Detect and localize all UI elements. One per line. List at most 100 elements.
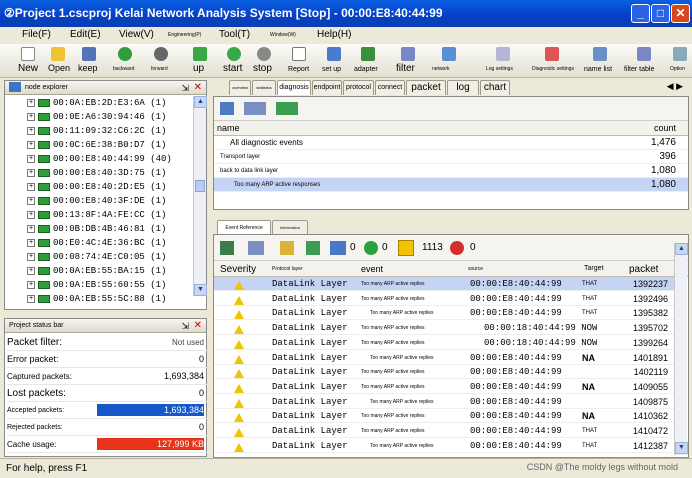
tree-node[interactable]: +00:00:E8:40:44:99 (40) <box>27 152 172 166</box>
menu-window[interactable]: Window(W) <box>270 32 296 38</box>
tab-scroll-icon[interactable]: ◀ ▶ <box>667 81 683 92</box>
diagnostic-settings-button[interactable]: Diagnostic settings <box>530 44 574 78</box>
menu-file[interactable]: File(F) <box>22 29 51 40</box>
target-header[interactable]: Target <box>584 265 603 272</box>
expand-icon[interactable]: + <box>27 238 35 247</box>
network-button[interactable]: network <box>428 44 470 78</box>
options-button[interactable]: Option <box>669 44 691 78</box>
expand-icon[interactable]: + <box>27 154 35 163</box>
tree-node[interactable]: +00:0A:EB:55:5C:88 (1) <box>27 292 166 306</box>
event-row[interactable]: DataLink Layer Too many ARP active replie… <box>214 395 674 409</box>
expand-icon[interactable]: + <box>27 266 35 275</box>
tree-node[interactable]: +00:13:8F:4A:FE:CC (1) <box>27 208 166 222</box>
info-filter-icon[interactable] <box>330 241 346 255</box>
ok-filter-icon[interactable] <box>364 241 378 255</box>
tree-node[interactable]: +00:0E:A6:30:94:46 (1) <box>27 110 166 124</box>
tab-log[interactable]: log <box>447 80 479 95</box>
keep-button[interactable]: keep <box>75 44 103 78</box>
warning-filter-icon[interactable] <box>398 240 414 256</box>
adapter-button[interactable]: adapter <box>352 44 384 78</box>
tree-node[interactable]: +00:0A:EB:2D:E3:6A (1) <box>27 96 166 110</box>
tree-scrollbar[interactable]: ▲ ▼ <box>193 96 207 296</box>
stop-button[interactable]: stop <box>251 44 277 78</box>
count-column-header[interactable]: count <box>654 123 676 133</box>
filter-button[interactable]: filter <box>394 44 422 78</box>
tree-node[interactable]: +00:0A:EB:55:BA:15 (1) <box>27 264 166 278</box>
scroll-thumb[interactable] <box>195 180 205 192</box>
tree-node[interactable]: +00:00:E8:40:2D:E5 (1) <box>27 180 166 194</box>
event-row[interactable]: DataLink Layer Too many ARP active replie… <box>214 409 674 424</box>
event-row[interactable]: DataLink Layer Too many ARP active replie… <box>214 439 674 453</box>
tree-node[interactable]: +00:0A:EB:55:60:55 (1) <box>27 278 166 292</box>
scroll-up-arrow-icon[interactable]: ▲ <box>194 96 207 108</box>
minimize-button[interactable]: _ <box>631 4 650 23</box>
scroll-up-arrow-icon[interactable]: ▲ <box>675 243 688 255</box>
event-row[interactable]: DataLink Layer Too many ARP active replie… <box>214 292 674 306</box>
expand-icon[interactable]: + <box>27 280 35 289</box>
tree-node[interactable]: +00:00:E8:40:3D:75 (1) <box>27 166 166 180</box>
tab-event-reference[interactable]: Event Reference <box>217 220 271 234</box>
menu-help[interactable]: Help(H) <box>317 29 351 40</box>
expand-icon[interactable]: + <box>27 98 35 107</box>
event-scrollbar[interactable]: ▲ ▼ <box>674 243 688 455</box>
expand-icon[interactable]: + <box>27 252 35 261</box>
setup-button[interactable]: set up <box>321 44 347 78</box>
report-button[interactable]: Report <box>287 44 311 78</box>
expand-icon[interactable]: + <box>27 126 35 135</box>
close-panel-icon[interactable]: ✕ <box>194 319 202 333</box>
tab-chart[interactable]: chart <box>480 80 510 95</box>
event-row[interactable]: DataLink Layer Too many ARP active replie… <box>214 321 674 336</box>
tab-information[interactable]: Information <box>272 220 308 234</box>
diagnosis-filter-icon[interactable] <box>244 102 266 115</box>
close-panel-icon[interactable]: ✕ <box>194 81 202 95</box>
menu-edit[interactable]: Edit(E) <box>70 29 101 40</box>
tree-node[interactable]: +00:11:09:32:C6:2C (1) <box>27 124 166 138</box>
tab-overview[interactable]: overview <box>229 80 251 95</box>
new-button[interactable]: New <box>14 44 42 78</box>
event-row[interactable]: DataLink Layer Too many ARP active replie… <box>214 424 674 438</box>
expand-icon[interactable]: + <box>27 294 35 303</box>
event-row[interactable]: DataLink Layer Too many ARP active replie… <box>214 365 674 380</box>
diagnosis-row[interactable]: back to data link layer 1,080 <box>214 164 688 178</box>
event-lock-icon[interactable] <box>280 241 294 255</box>
diagnosis-row[interactable]: Transport layer 396 <box>214 150 688 164</box>
expand-icon[interactable]: + <box>27 196 35 205</box>
name-column-header[interactable]: name <box>217 123 240 133</box>
expand-icon[interactable]: + <box>27 140 35 149</box>
filter-table-button[interactable]: filter table <box>622 44 666 78</box>
tree-node[interactable]: +00:08:74:4E:C0:05 (1) <box>27 250 166 264</box>
scroll-down-arrow-icon[interactable]: ▼ <box>675 442 688 454</box>
tab-connect[interactable]: connect <box>375 80 405 95</box>
tree-node[interactable]: +00:0B:DB:4B:46:81 (1) <box>27 222 166 236</box>
tree-node[interactable]: +00:0C:6E:38:B0:D7 (1) <box>27 138 166 152</box>
start-button[interactable]: start <box>221 44 247 78</box>
scroll-down-arrow-icon[interactable]: ▼ <box>194 284 207 296</box>
tab-protocol[interactable]: protocol <box>343 80 374 95</box>
expand-icon[interactable]: + <box>27 168 35 177</box>
event-view-icon[interactable] <box>220 241 234 255</box>
open-button[interactable]: Open <box>44 44 72 78</box>
event-filter-icon[interactable] <box>248 241 264 255</box>
menu-view[interactable]: View(V) <box>119 29 154 40</box>
pin-icon[interactable]: ⇲ <box>181 81 189 95</box>
diagnosis-view-icon[interactable] <box>220 102 234 115</box>
event-refresh-icon[interactable] <box>306 241 320 255</box>
backward-button[interactable]: backward <box>110 44 140 78</box>
expand-icon[interactable]: + <box>27 182 35 191</box>
expand-icon[interactable]: + <box>27 224 35 233</box>
up-button[interactable]: up <box>189 44 211 78</box>
diagnosis-row[interactable]: All diagnostic events 1,476 <box>214 136 688 150</box>
event-row[interactable]: DataLink Layer Too many ARP active replie… <box>214 380 674 394</box>
name-list-button[interactable]: name list <box>581 44 619 78</box>
log-settings-button[interactable]: Log settings <box>484 44 522 78</box>
expand-icon[interactable]: + <box>27 112 35 121</box>
pin-icon[interactable]: ⇲ <box>181 319 189 333</box>
menu-tool[interactable]: Tool(T) <box>219 29 250 40</box>
tab-packet[interactable]: packet <box>406 80 446 95</box>
forward-button[interactable]: forward <box>147 44 175 78</box>
packet-header[interactable]: packet <box>629 264 658 275</box>
maximize-button[interactable]: □ <box>651 4 670 23</box>
event-row[interactable]: DataLink Layer Too many ARP active replie… <box>214 336 674 350</box>
layer-header[interactable]: Protocol layer <box>272 266 303 272</box>
tab-diagnosis[interactable]: diagnosis <box>277 80 311 95</box>
